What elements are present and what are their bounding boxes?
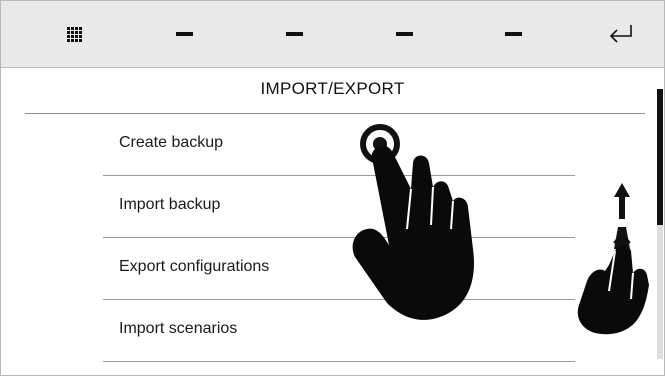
app-window: IMPORT/EXPORT Create backup Import backu… <box>0 0 665 376</box>
dash-icon <box>285 32 303 36</box>
toolbar-button-1[interactable] <box>162 12 206 56</box>
menu-item-import-backup[interactable]: Import backup <box>103 176 575 238</box>
menu-item-create-backup[interactable]: Create backup <box>103 114 575 176</box>
item-divider <box>103 361 575 362</box>
menu-item-export-configurations[interactable]: Export configurations <box>103 238 575 300</box>
return-arrow-icon <box>609 25 632 43</box>
toolbar-button-3[interactable] <box>382 12 426 56</box>
apps-grid-button[interactable] <box>52 12 96 56</box>
toolbar-button-4[interactable] <box>491 12 535 56</box>
menu-item-label: Import backup <box>119 196 221 213</box>
toolbar-button-2[interactable] <box>272 12 316 56</box>
menu-item-label: Import scenarios <box>119 320 238 337</box>
tap-gesture-icon <box>352 124 474 320</box>
page-title: IMPORT/EXPORT <box>260 79 405 98</box>
menu-item-label: Create backup <box>119 134 224 151</box>
dash-icon <box>504 32 522 36</box>
grid-icon <box>66 26 82 42</box>
swipe-vertical-gesture-icon <box>577 183 649 335</box>
top-toolbar <box>1 1 664 68</box>
dash-icon <box>175 32 193 36</box>
menu-item-import-scenarios[interactable]: Import scenarios <box>103 300 575 362</box>
back-button[interactable] <box>599 12 643 56</box>
menu-item-label: Export configurations <box>119 258 270 275</box>
dash-icon <box>395 32 413 36</box>
